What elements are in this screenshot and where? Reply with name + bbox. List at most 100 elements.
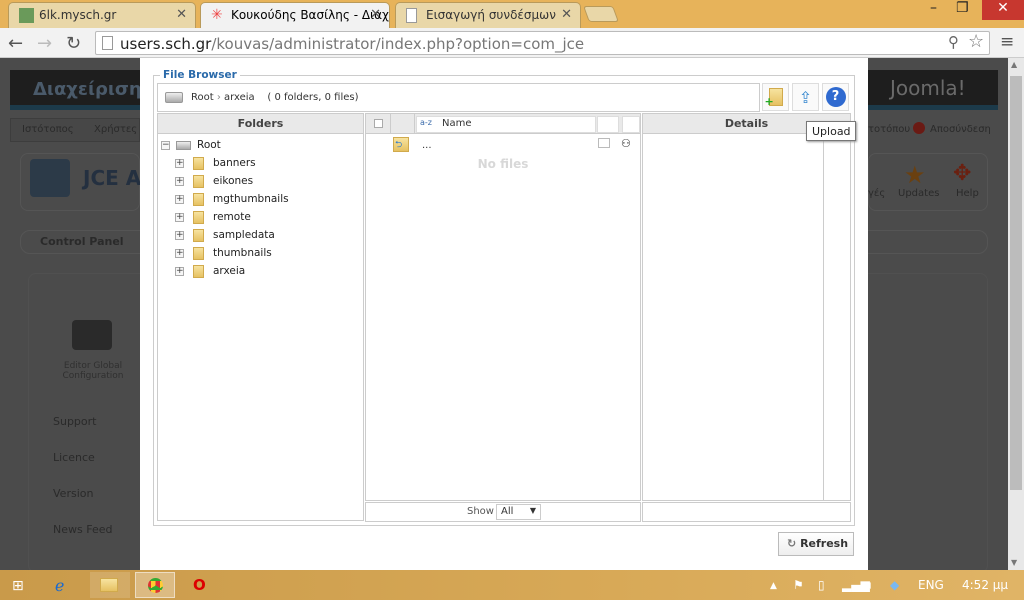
- chrome-taskbar-button[interactable]: [135, 572, 175, 598]
- scroll-down-icon[interactable]: ▼: [1011, 558, 1017, 567]
- clock[interactable]: 4:52 μμ: [962, 578, 1008, 592]
- new-tab-button[interactable]: [583, 6, 619, 22]
- parent-folder-item[interactable]: ...: [422, 140, 432, 151]
- folder-label: arxeia: [213, 265, 246, 277]
- expand-icon[interactable]: +: [175, 212, 184, 222]
- forward-button[interactable]: →: [37, 33, 52, 54]
- address-bar[interactable]: users.sch.gr/kouvas/administrator/index.…: [95, 31, 990, 55]
- folder-icon: [193, 192, 204, 206]
- show-hidden-icons[interactable]: ▲: [770, 581, 777, 591]
- menu-preview-site[interactable]: τοτόπου: [868, 124, 910, 135]
- power-battery-icon[interactable]: ▯: [818, 578, 825, 592]
- file-browser-legend: File Browser: [163, 69, 237, 81]
- zoom-icon[interactable]: ⚲: [948, 33, 959, 51]
- tab-links[interactable]: Εισαγωγή συνδέσμων ✕: [395, 2, 581, 28]
- tree-folder-sampledata[interactable]: + sampledata: [175, 226, 275, 244]
- expand-icon[interactable]: +: [175, 158, 184, 168]
- upload-button[interactable]: ⇪: [792, 83, 819, 111]
- tree-folder-arxeia[interactable]: + arxeia: [175, 262, 245, 280]
- reload-button[interactable]: ↻: [66, 33, 81, 54]
- folder-icon: [100, 578, 118, 592]
- refresh-button[interactable]: ↻ Refresh: [778, 532, 854, 556]
- show-label: Show: [467, 506, 494, 517]
- help-button[interactable]: Help: [956, 188, 979, 199]
- volume-icon[interactable]: 🔈︎: [867, 578, 874, 593]
- breadcrumb-root[interactable]: Root: [191, 92, 214, 103]
- show-filter-select[interactable]: All ▼: [496, 504, 541, 520]
- name-header: Name: [442, 118, 472, 129]
- file-explorer-button[interactable]: [90, 572, 130, 598]
- close-window-button[interactable]: ✕: [982, 0, 1024, 20]
- bookmark-star-icon[interactable]: ☆: [968, 31, 984, 52]
- tab-active[interactable]: ✳ Κουκούδης Βασίλης - Διαχ ✕: [200, 2, 390, 28]
- folder-label: banners: [213, 157, 256, 169]
- expand-icon[interactable]: +: [175, 194, 184, 204]
- version-link[interactable]: Version: [53, 487, 93, 500]
- details-footer: [642, 502, 851, 522]
- network-signal-icon[interactable]: ▂▄▆: [842, 578, 870, 592]
- support-link[interactable]: Support: [53, 415, 96, 428]
- breadcrumb-separator: ›: [216, 92, 221, 103]
- control-panel-tab[interactable]: Control Panel: [40, 235, 124, 248]
- menu-users[interactable]: Χρήστες: [94, 124, 137, 135]
- new-folder-button[interactable]: +: [762, 83, 789, 111]
- folder-label: sampledata: [213, 229, 275, 241]
- no-files-message: No files: [477, 157, 529, 171]
- breadcrumb-bar: Root › arxeia ( 0 folders, 0 files): [157, 83, 760, 112]
- menu-icon[interactable]: ≡: [1000, 32, 1014, 52]
- select-all-checkbox[interactable]: [374, 119, 383, 128]
- tab-6lk[interactable]: 6lk.mysch.gr ✕: [8, 2, 196, 28]
- site-favicon-icon: [19, 8, 34, 23]
- tree-folder-banners[interactable]: + banners: [175, 154, 256, 172]
- expand-icon[interactable]: +: [175, 176, 184, 186]
- list-view-icon[interactable]: [598, 138, 610, 148]
- close-tab-icon[interactable]: ✕: [370, 7, 381, 22]
- search-binoculars-icon[interactable]: ⚇: [621, 137, 631, 150]
- close-tab-icon[interactable]: ✕: [176, 7, 187, 22]
- sort-az-icon[interactable]: a-z: [420, 118, 432, 127]
- back-button[interactable]: ←: [8, 33, 23, 54]
- updates-star-icon[interactable]: ★: [904, 161, 926, 189]
- editor-global-config-button[interactable]: Editor Global Configuration: [58, 361, 128, 381]
- opera-icon[interactable]: O: [193, 576, 206, 594]
- close-tab-icon[interactable]: ✕: [561, 7, 572, 22]
- licence-link[interactable]: Licence: [53, 451, 95, 464]
- maximize-button[interactable]: ❐: [956, 0, 969, 16]
- expand-icon[interactable]: +: [175, 230, 184, 240]
- dropbox-icon[interactable]: ◆: [890, 578, 899, 592]
- parent-folder-icon[interactable]: ⮌: [393, 137, 409, 152]
- tree-root[interactable]: − Root: [161, 136, 221, 154]
- updates-button[interactable]: Updates: [898, 188, 939, 199]
- menu-logout[interactable]: Αποσύνδεση: [930, 124, 991, 135]
- quick-icon-label[interactable]: γές: [868, 188, 885, 199]
- language-indicator[interactable]: ENG: [918, 578, 944, 592]
- tree-folder-thumbnails[interactable]: + thumbnails: [175, 244, 272, 262]
- expand-icon[interactable]: +: [175, 248, 184, 258]
- menu-site[interactable]: Ιστότοπος: [22, 124, 74, 135]
- minimize-button[interactable]: –: [930, 0, 937, 16]
- collapse-icon[interactable]: −: [161, 140, 170, 150]
- tree-folder-remote[interactable]: + remote: [175, 208, 251, 226]
- upload-tooltip: Upload: [806, 121, 856, 141]
- folder-icon: [193, 246, 204, 260]
- help-button[interactable]: ?: [822, 83, 849, 111]
- action-center-flag-icon[interactable]: ⚑: [793, 578, 804, 592]
- config-sliders-icon[interactable]: [72, 320, 112, 350]
- component-title: JCE A: [83, 166, 142, 190]
- upload-icon: ⇪: [798, 87, 813, 107]
- dropdown-arrow-icon: ▼: [529, 506, 536, 515]
- admin-title: Διαχείριση: [33, 79, 142, 100]
- news-feed-link[interactable]: News Feed: [53, 523, 112, 536]
- folder-icon: [193, 174, 204, 188]
- scrollbar-thumb[interactable]: [1010, 76, 1022, 490]
- help-icon[interactable]: ✥: [953, 161, 971, 186]
- tree-folder-mgthumbnails[interactable]: + mgthumbnails: [175, 190, 289, 208]
- expand-icon[interactable]: +: [175, 266, 184, 276]
- start-windows-icon[interactable]: ⊞: [12, 578, 24, 594]
- scroll-up-icon[interactable]: ▲: [1011, 60, 1017, 69]
- files-panel: [365, 113, 641, 501]
- breadcrumb-current[interactable]: arxeia: [224, 92, 255, 103]
- internet-explorer-icon[interactable]: ℯ: [55, 576, 64, 595]
- file-browser-dialog: File Browser Root › arxeia ( 0 folders, …: [140, 58, 868, 570]
- tree-folder-eikones[interactable]: + eikones: [175, 172, 253, 190]
